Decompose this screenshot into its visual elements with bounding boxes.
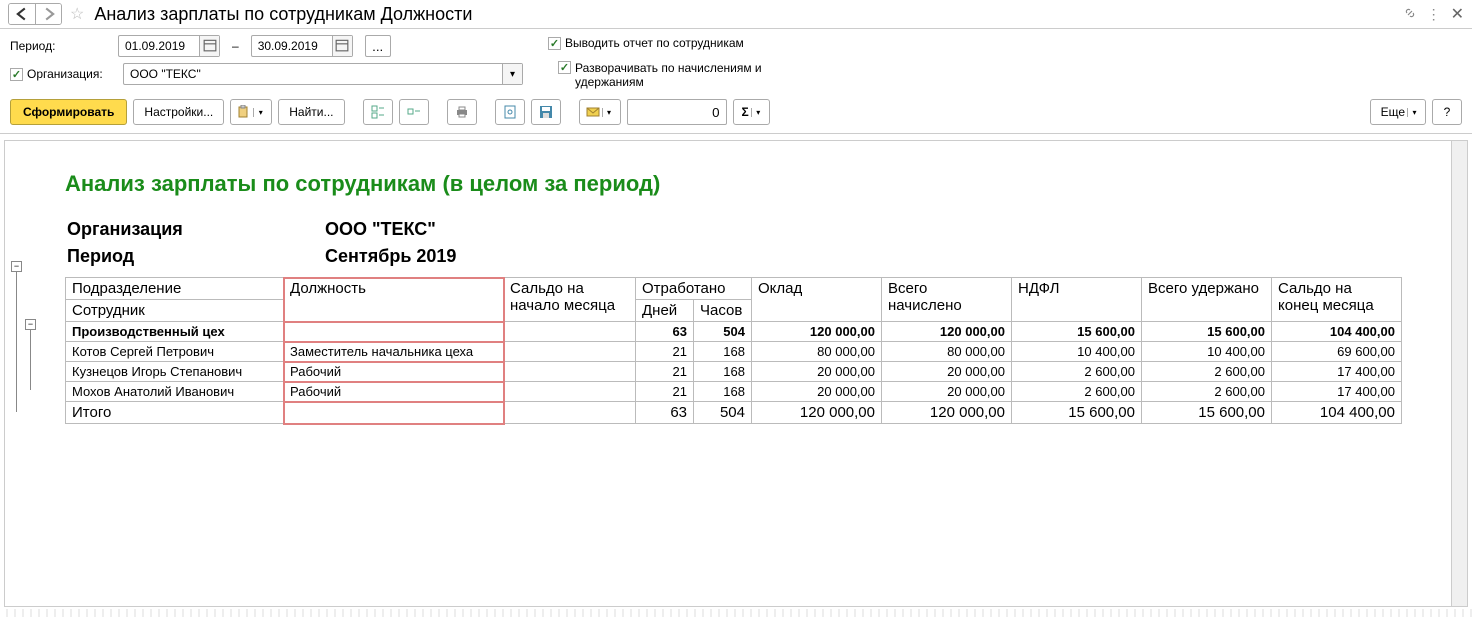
date-to-calendar-icon[interactable] bbox=[332, 36, 352, 56]
meta-org-label: Организация bbox=[67, 217, 323, 242]
generate-button[interactable]: Сформировать bbox=[10, 99, 127, 125]
email-button[interactable]: ▾ bbox=[579, 99, 621, 125]
date-to-input[interactable] bbox=[252, 39, 332, 53]
date-from-calendar-icon[interactable] bbox=[199, 36, 219, 56]
report-title: Анализ зарплаты по сотрудникам (в целом … bbox=[65, 171, 1457, 197]
header-position: Должность bbox=[284, 278, 504, 322]
expand-groups-button[interactable] bbox=[363, 99, 393, 125]
find-button[interactable]: Найти... bbox=[278, 99, 344, 125]
chevron-down-icon[interactable]: ▾ bbox=[1407, 108, 1421, 117]
organization-dropdown-icon[interactable]: ▾ bbox=[502, 64, 522, 84]
print-button[interactable] bbox=[447, 99, 477, 125]
header-saldo-end: Сальдо на конец месяца bbox=[1272, 278, 1402, 322]
header-hours: Часов bbox=[694, 300, 752, 322]
chevron-down-icon[interactable]: ▾ bbox=[253, 108, 267, 117]
organization-label: Организация: bbox=[27, 67, 115, 81]
help-button[interactable]: ? bbox=[1432, 99, 1462, 125]
report-table: Подразделение Должность Сальдо на начало… bbox=[65, 277, 1402, 424]
chevron-down-icon[interactable]: ▾ bbox=[751, 108, 765, 117]
nav-forward-button[interactable] bbox=[35, 4, 61, 24]
more-vertical-icon[interactable]: ⋮ bbox=[1427, 6, 1441, 23]
period-more-button[interactable]: ... bbox=[365, 35, 391, 57]
table-row: Котов Сергей ПетровичЗаместитель начальн… bbox=[66, 342, 1402, 362]
header-days: Дней bbox=[636, 300, 694, 322]
more-button[interactable]: Еще ▾ bbox=[1370, 99, 1426, 125]
meta-period-value: Сентябрь 2019 bbox=[325, 244, 456, 269]
date-from-input[interactable] bbox=[119, 39, 199, 53]
nav-back-button[interactable] bbox=[9, 4, 35, 24]
meta-period-label: Период bbox=[67, 244, 323, 269]
number-input[interactable] bbox=[627, 99, 727, 125]
outline-collapse-level1[interactable]: − bbox=[11, 261, 22, 272]
torn-page-edge bbox=[0, 609, 1472, 617]
settings-button[interactable]: Настройки... bbox=[133, 99, 224, 125]
favorite-star-icon[interactable]: ☆ bbox=[70, 4, 84, 24]
outline-collapse-level2[interactable]: − bbox=[25, 319, 36, 330]
by-employees-label: Выводить отчет по сотрудникам bbox=[565, 36, 744, 50]
table-row: Мохов Анатолий ИвановичРабочий 21168 20 … bbox=[66, 382, 1402, 402]
link-icon[interactable] bbox=[1403, 6, 1417, 23]
preview-button[interactable] bbox=[495, 99, 525, 125]
expand-checkbox[interactable] bbox=[558, 61, 571, 74]
expand-label: Разворачивать по начислениям и удержания… bbox=[575, 61, 775, 89]
close-button[interactable]: ✕ bbox=[1451, 4, 1464, 24]
header-accrued: Всего начислено bbox=[882, 278, 1012, 322]
sum-button[interactable]: Σ ▾ bbox=[733, 99, 770, 125]
header-ndfl: НДФЛ bbox=[1012, 278, 1142, 322]
collapse-groups-button[interactable] bbox=[399, 99, 429, 125]
window-title: Анализ зарплаты по сотрудникам Должности bbox=[94, 4, 472, 25]
header-withheld: Всего удержано bbox=[1142, 278, 1272, 322]
header-worked: Отработано bbox=[636, 278, 752, 300]
date-separator: – bbox=[232, 39, 239, 53]
header-employee: Сотрудник bbox=[66, 300, 284, 322]
organization-input[interactable] bbox=[124, 67, 502, 81]
group-row: Производственный цех 63 504 120 000,00 1… bbox=[66, 322, 1402, 342]
meta-org-value: ООО "ТЕКС" bbox=[325, 217, 456, 242]
chevron-down-icon[interactable]: ▾ bbox=[602, 108, 616, 117]
header-salary: Оклад bbox=[752, 278, 882, 322]
save-button[interactable] bbox=[531, 99, 561, 125]
header-saldo-begin: Сальдо на начало месяца bbox=[504, 278, 636, 322]
table-row: Кузнецов Игорь СтепановичРабочий 21168 2… bbox=[66, 362, 1402, 382]
period-label: Период: bbox=[10, 39, 110, 53]
by-employees-checkbox[interactable] bbox=[548, 37, 561, 50]
organization-checkbox[interactable] bbox=[10, 68, 23, 81]
paste-button[interactable]: ▾ bbox=[230, 99, 272, 125]
header-dept: Подразделение bbox=[66, 278, 284, 300]
total-row: Итого 63504 120 000,00120 000,00 15 600,… bbox=[66, 402, 1402, 424]
